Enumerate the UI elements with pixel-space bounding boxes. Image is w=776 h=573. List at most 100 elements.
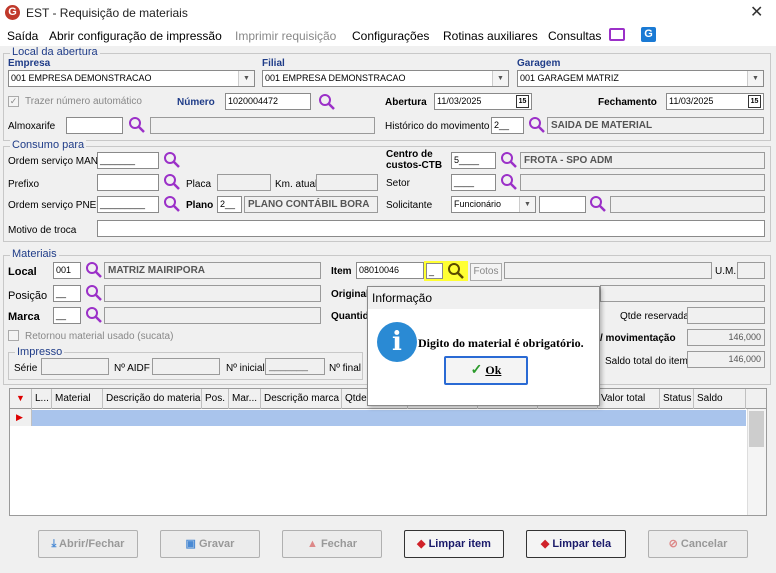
grid-col-header[interactable]: Mar... xyxy=(229,389,261,409)
menu-rotinas-auxiliares[interactable]: Rotinas auxiliares xyxy=(443,29,538,43)
os-man-input[interactable]: _______ xyxy=(97,152,159,169)
almoxarife-label: Almoxarife xyxy=(8,121,56,132)
plano-code-input[interactable]: 2__ xyxy=(217,196,242,213)
limpar-item-button[interactable]: ◆ Limpar item xyxy=(404,530,504,558)
fechamento-label: Fechamento xyxy=(598,97,657,108)
local-code-input[interactable]: 001 xyxy=(53,262,81,279)
original-label: Original xyxy=(331,289,369,300)
item-digit-input[interactable]: _ xyxy=(426,263,443,279)
search-icon[interactable] xyxy=(318,93,336,111)
grid-col-header[interactable]: Descrição marca xyxy=(261,389,342,409)
limpar-tela-button[interactable]: ◆ Limpar tela xyxy=(526,530,626,558)
scrollbar-thumb[interactable] xyxy=(749,411,764,447)
abrir-fechar-button[interactable]: ⤓ Abrir/Fechar xyxy=(38,530,138,558)
os-pne-input[interactable]: _________ xyxy=(97,196,159,213)
search-icon[interactable] xyxy=(85,306,103,324)
grid-col-header[interactable]: Material xyxy=(52,389,103,409)
menu-abrir-config-impressao[interactable]: Abrir configuração de impressão xyxy=(49,29,222,43)
marca-input[interactable]: __ xyxy=(53,307,81,324)
solicitante-input[interactable] xyxy=(539,196,586,213)
motivo-label: Motivo de troca xyxy=(8,225,77,236)
search-icon[interactable] xyxy=(589,195,607,213)
saldo-value: 146,000 xyxy=(687,351,765,368)
cancelar-button[interactable]: ⊘ Cancelar xyxy=(648,530,748,558)
historico-name: SAIDA DE MATERIAL xyxy=(547,117,764,134)
search-icon[interactable] xyxy=(128,116,146,134)
trazer-numero-label: Trazer número automático xyxy=(25,96,142,107)
search-icon[interactable] xyxy=(447,262,465,280)
setor-input[interactable]: ____ xyxy=(451,174,496,191)
numero-input[interactable]: 1020004472 xyxy=(225,93,311,110)
sort-arrow-icon[interactable]: ▼ xyxy=(10,389,32,409)
chevron-down-icon[interactable]: ▼ xyxy=(747,71,763,86)
grid-col-header[interactable]: L... xyxy=(32,389,52,409)
centro-code-input[interactable]: 5____ xyxy=(451,152,496,169)
eraser-icon: ◆ xyxy=(540,538,550,550)
materials-grid[interactable]: ▼ L... Material Descrição do material Po… xyxy=(9,388,767,516)
historico-code-input[interactable]: 2__ xyxy=(491,117,524,134)
search-icon[interactable] xyxy=(163,173,181,191)
placa-field xyxy=(217,174,271,191)
retornou-label: Retornou material usado (sucata) xyxy=(25,331,174,342)
almoxarife-input[interactable] xyxy=(66,117,123,134)
marca-label: Marca xyxy=(8,311,40,323)
search-icon[interactable] xyxy=(500,173,518,191)
inicial-label: Nº inicial xyxy=(226,363,265,374)
centro-name: FROTA - SPO ADM xyxy=(520,152,765,169)
empresa-select[interactable]: 001 EMPRESA DEMONSTRACAO ▼ xyxy=(8,70,255,87)
menu-consultas[interactable]: Consultas xyxy=(548,29,601,43)
grid-col-header[interactable]: Pos. xyxy=(202,389,229,409)
grid-row[interactable] xyxy=(32,410,746,426)
filial-select[interactable]: 001 EMPRESA DEMONSTRACAO ▼ xyxy=(262,70,509,87)
search-icon[interactable] xyxy=(85,284,103,302)
menu-imprimir-requisicao[interactable]: Imprimir requisição xyxy=(235,29,336,43)
search-icon[interactable] xyxy=(500,151,518,169)
prefixo-input[interactable] xyxy=(97,174,159,191)
retornou-checkbox[interactable] xyxy=(8,330,19,341)
dialog-title: Informação xyxy=(368,287,599,309)
search-icon[interactable] xyxy=(85,261,103,279)
close-icon[interactable]: ✕ xyxy=(750,2,763,22)
solicitante-type-select[interactable]: Funcionário ▼ xyxy=(451,196,536,213)
impresso-label: Impresso xyxy=(15,346,65,358)
chevron-down-icon[interactable]: ▼ xyxy=(492,71,508,86)
search-icon[interactable] xyxy=(528,116,546,134)
posicao-input[interactable]: __ xyxy=(53,285,81,302)
km-field xyxy=(316,174,378,191)
item-input[interactable]: 08010046 xyxy=(356,262,424,279)
item-description xyxy=(504,262,712,279)
almoxarife-name xyxy=(150,117,375,134)
search-icon[interactable] xyxy=(163,151,181,169)
os-pne-label: Ordem serviço PNE xyxy=(8,200,97,211)
dialog-message: Digito do material é obrigatório. xyxy=(418,336,584,350)
gravar-button[interactable]: ▣ Gravar xyxy=(160,530,260,558)
grid-col-header[interactable]: Saldo xyxy=(694,389,746,409)
abertura-date-input[interactable]: 11/03/2025 15 xyxy=(434,93,532,110)
fechamento-date-input[interactable]: 11/03/2025 15 xyxy=(666,93,764,110)
grid-col-header[interactable]: Valor total xyxy=(598,389,660,409)
calendar-icon[interactable]: 15 xyxy=(516,95,529,108)
movimentacao-value: 146,000 xyxy=(687,329,765,346)
checkmark-icon: ✓ xyxy=(470,363,483,378)
qtde-reservada-field xyxy=(687,307,765,324)
search-icon[interactable] xyxy=(163,195,181,213)
trazer-numero-checkbox[interactable]: ✓ xyxy=(8,96,19,107)
chevron-down-icon[interactable]: ▼ xyxy=(238,71,254,86)
monitor-icon[interactable] xyxy=(609,28,625,41)
menu-saida[interactable]: Saída xyxy=(7,29,38,43)
ok-button[interactable]: ✓ Ok xyxy=(444,356,528,385)
aidf-field xyxy=(152,358,220,375)
grid-col-header[interactable]: Descrição do material xyxy=(103,389,202,409)
os-man-label: Ordem serviço MAN xyxy=(8,156,99,167)
centro-label-2: custos-CTB xyxy=(386,160,443,171)
fechar-button[interactable]: ▲ Fechar xyxy=(282,530,382,558)
motivo-input[interactable] xyxy=(97,220,765,237)
grid-col-header[interactable]: Status xyxy=(660,389,694,409)
chevron-down-icon[interactable]: ▼ xyxy=(519,197,535,212)
menu-configuracoes[interactable]: Configurações xyxy=(352,29,429,43)
app-shortcut-icon[interactable]: G xyxy=(641,27,656,42)
calendar-icon[interactable]: 15 xyxy=(748,95,761,108)
garagem-select[interactable]: 001 GARAGEM MATRIZ ▼ xyxy=(517,70,764,87)
save-icon: ▣ xyxy=(185,538,196,550)
fotos-button[interactable]: Fotos xyxy=(470,263,502,281)
